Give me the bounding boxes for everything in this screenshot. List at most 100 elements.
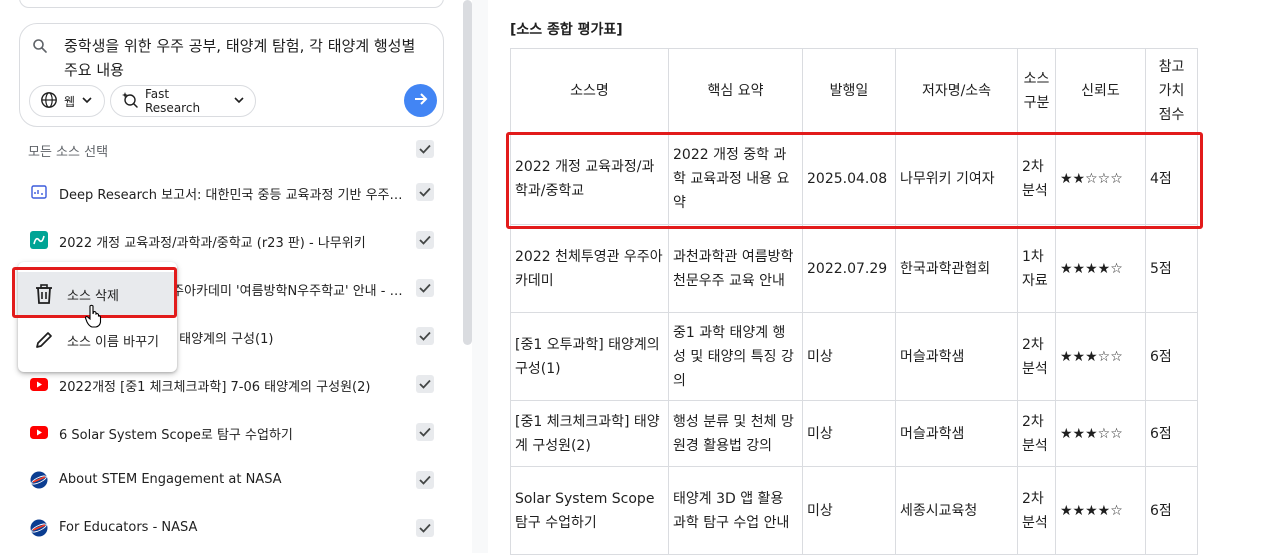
check-icon (419, 283, 431, 293)
sparkle-search-icon (121, 91, 139, 112)
source-checkbox[interactable] (416, 279, 434, 297)
table-cell: 2차 분석 (1017, 400, 1056, 467)
arrow-right-icon (412, 90, 430, 112)
table-cell: 중1 과학 태양계 행성 및 태양의 특징 강의 (668, 312, 803, 401)
table-cell: 과천과학관 여름방학 천문우주 교육 안내 (668, 224, 803, 313)
table-cell: 6점 (1145, 312, 1198, 401)
select-all-checkbox[interactable] (416, 140, 434, 158)
chevron-down-icon (81, 94, 93, 109)
search-icon (32, 38, 48, 54)
table-cell: 미상 (802, 466, 896, 555)
report-section-title: [소스 종합 평가표] (510, 22, 623, 38)
source-evaluation-table: 소스명 핵심 요약 발행일 저자명/소속 소스 구분 신뢰도 참고 가치 점수 … (510, 48, 1198, 555)
chevron-down-icon (233, 94, 245, 109)
column-header: 핵심 요약 (668, 48, 803, 133)
check-icon (419, 427, 431, 437)
source-title: 2022개정 [중1 체크체크과학] 7-06 태양계의 구성원(2) (59, 380, 371, 395)
source-item[interactable]: 2022 개정 교육과정/과학과/중학교 (r23 판) - 나무위키 (28, 226, 438, 256)
column-header: 신뢰도 (1055, 48, 1146, 133)
column-header: 저자명/소속 (895, 48, 1018, 133)
report-icon (30, 183, 48, 201)
column-header: 소스 구분 (1017, 48, 1056, 133)
previous-card (19, 0, 444, 8)
source-checkbox[interactable] (416, 423, 434, 441)
check-icon (419, 331, 431, 341)
select-all-row[interactable]: 모든 소스 선택 (28, 138, 438, 162)
table-cell: 세종시교육청 (895, 466, 1018, 555)
source-title: For Educators - NASA (59, 520, 198, 535)
source-checkbox[interactable] (416, 183, 434, 201)
column-header: 참고 가치 점수 (1145, 48, 1198, 133)
table-cell: 2022 천체투영관 우주아카데미 (510, 224, 669, 313)
table-cell: ★★★★☆ (1055, 466, 1146, 555)
table-cell: 미상 (802, 312, 896, 401)
source-title: 6 Solar System Scope로 탐구 수업하기 (59, 428, 293, 443)
research-mode-dropdown[interactable]: Fast Research (110, 85, 256, 117)
check-icon (419, 475, 431, 485)
table-cell: 2차 분석 (1017, 312, 1056, 401)
youtube-icon (30, 423, 48, 441)
table-cell: 미상 (802, 400, 896, 467)
source-checkbox[interactable] (416, 471, 434, 489)
table-cell: [중1 오투과학] 태양계의 구성(1) (510, 312, 669, 401)
column-header: 소스명 (510, 48, 669, 133)
check-icon (419, 144, 431, 154)
table-row: [중1 오투과학] 태양계의 구성(1) 중1 과학 태양계 행성 및 태양의 … (510, 312, 1198, 401)
table-cell: Solar System Scope 탐구 수업하기 (510, 466, 669, 555)
globe-icon (40, 91, 58, 112)
table-cell: 1차 자료 (1017, 224, 1056, 313)
table-cell: 한국과학관협회 (895, 224, 1018, 313)
table-cell: 6점 (1145, 466, 1198, 555)
sources-scrollbar[interactable] (463, 0, 472, 345)
check-icon (419, 187, 431, 197)
nasa-icon (30, 471, 48, 489)
source-item[interactable]: 2022개정 [중1 체크체크과학] 7-06 태양계의 구성원(2) (28, 370, 438, 400)
source-checkbox[interactable] (416, 519, 434, 537)
table-cell: ★★★☆☆ (1055, 312, 1146, 401)
table-row: 2022 천체투영관 우주아카데미 과천과학관 여름방학 천문우주 교육 안내 … (510, 224, 1198, 313)
search-card: 중학생을 위한 우주 공부, 태양계 탐험, 각 태양계 행성별 주요 내용 웹… (19, 23, 444, 127)
select-all-label: 모든 소스 선택 (28, 145, 109, 160)
rename-source-label: 소스 이름 바꾸기 (67, 334, 159, 350)
table-cell: 머슬과학샘 (895, 312, 1018, 401)
table-cell: ★★★☆☆ (1055, 400, 1146, 467)
source-item[interactable]: Deep Research 보고서: 대한민국 중등 교육과정 기반 우주 교육… (28, 178, 438, 208)
search-query-input[interactable]: 중학생을 위한 우주 공부, 태양계 탐험, 각 태양계 행성별 주요 내용 (64, 34, 424, 82)
namuwiki-icon (30, 231, 48, 249)
table-cell: 행성 분류 및 천체 망원경 활용법 강의 (668, 400, 803, 467)
youtube-icon (30, 375, 48, 393)
column-header: 발행일 (802, 48, 896, 133)
source-title: 2022 개정 교육과정/과학과/중학교 (r23 판) - 나무위키 (59, 236, 366, 251)
check-icon (419, 235, 431, 245)
web-chip-label: 웹 (64, 94, 76, 109)
sources-panel: 중학생을 위한 우주 공부, 태양계 탐험, 각 태양계 행성별 주요 내용 웹… (0, 0, 472, 553)
row-highlight-box (506, 132, 1203, 229)
nasa-icon (30, 519, 48, 537)
table-cell: 5점 (1145, 224, 1198, 313)
source-item[interactable]: 6 Solar System Scope로 탐구 수업하기 (28, 418, 438, 448)
check-icon (419, 379, 431, 389)
table-cell: 머슬과학샘 (895, 400, 1018, 467)
table-cell: 6점 (1145, 400, 1198, 467)
check-icon (419, 523, 431, 533)
source-checkbox[interactable] (416, 231, 434, 249)
source-checkbox[interactable] (416, 327, 434, 345)
research-chip-label: Fast Research (145, 87, 201, 115)
table-cell: 태양계 3D 앱 활용 과학 탐구 수업 안내 (668, 466, 803, 555)
submit-search-button[interactable] (404, 84, 437, 117)
report-panel: [소스 종합 평가표] 소스명 핵심 요약 발행일 저자명/소속 소스 구분 신… (488, 0, 1268, 555)
source-checkbox[interactable] (416, 375, 434, 393)
source-item[interactable]: For Educators - NASA (28, 514, 438, 544)
panel-divider (472, 0, 488, 553)
table-cell: [중1 체크체크과학] 태양계 구성원(2) (510, 400, 669, 467)
source-title: About STEM Engagement at NASA (59, 472, 282, 487)
pencil-icon (33, 329, 55, 351)
table-row: Solar System Scope 탐구 수업하기 태양계 3D 앱 활용 과… (510, 466, 1198, 555)
table-row: [중1 체크체크과학] 태양계 구성원(2) 행성 분류 및 천체 망원경 활용… (510, 400, 1198, 467)
source-item[interactable]: About STEM Engagement at NASA (28, 466, 438, 496)
web-source-dropdown[interactable]: 웹 (29, 85, 105, 117)
table-cell: 2차 분석 (1017, 466, 1056, 555)
table-header-row: 소스명 핵심 요약 발행일 저자명/소속 소스 구분 신뢰도 참고 가치 점수 (510, 48, 1198, 133)
table-cell: 2022.07.29 (802, 224, 896, 313)
source-title: Deep Research 보고서: 대한민국 중등 교육과정 기반 우주 교육… (59, 188, 405, 203)
